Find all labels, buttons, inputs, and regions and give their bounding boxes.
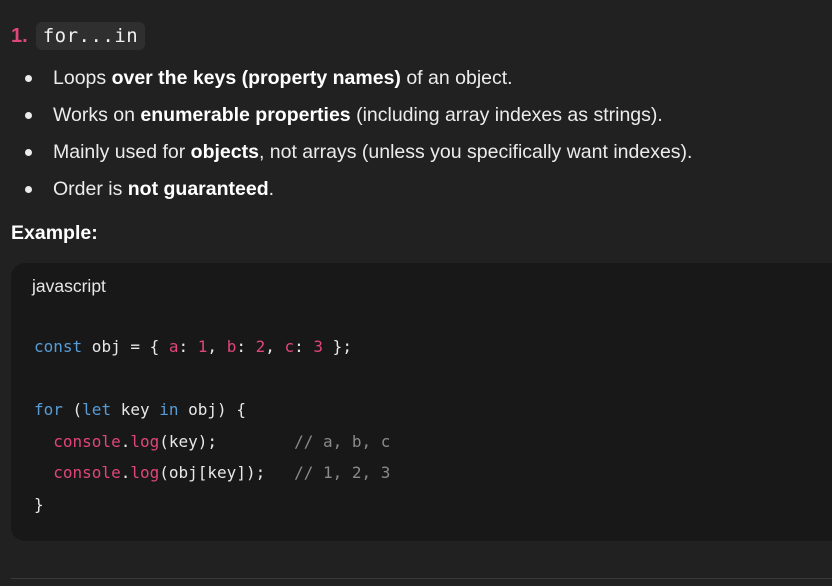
code-line: } bbox=[34, 494, 44, 514]
code-block[interactable]: javascript const obj = { a: 1, b: 2, c: … bbox=[11, 263, 832, 541]
bullet-text: . bbox=[268, 178, 275, 200]
chat-message: 1. for...in Loops over the keys (propert… bbox=[0, 0, 832, 586]
code-line: console.log(obj[key]); // 1, 2, 3 bbox=[53, 463, 391, 482]
bullet-text: (including array indexes as strings). bbox=[350, 104, 663, 126]
list-item: Mainly used for objects, not arrays (unl… bbox=[0, 134, 692, 171]
divider bbox=[11, 578, 832, 579]
code-line: const obj = { a: 1, b: 2, c: 3 }; bbox=[34, 337, 352, 356]
code-line: console.log(key); // a, b, c bbox=[53, 431, 391, 451]
bullet-dot bbox=[25, 149, 32, 156]
bullet-text: Mainly used for bbox=[53, 141, 191, 163]
bullet-dot bbox=[25, 75, 32, 82]
bullet-text: Works on bbox=[53, 104, 141, 126]
code-line: for (let key in obj) { bbox=[34, 400, 246, 419]
bullet-bold-text: enumerable properties bbox=[140, 104, 351, 126]
bullet-text: of an object. bbox=[400, 67, 513, 89]
bullet-text: , not arrays (unless you specifically wa… bbox=[258, 141, 693, 163]
section-number: 1. bbox=[11, 24, 28, 47]
section-heading: 1. for...in bbox=[11, 20, 146, 52]
list-item: Works on enumerable properties (includin… bbox=[0, 97, 692, 134]
bullet-bold-text: over the keys (property names) bbox=[111, 67, 401, 89]
bullet-dot bbox=[25, 186, 32, 193]
bullet-text: Order is bbox=[53, 178, 128, 200]
bullet-bold-text: objects bbox=[190, 141, 259, 163]
bullet-dot bbox=[25, 112, 32, 119]
list-item: Loops over the keys (property names) of … bbox=[0, 60, 692, 97]
section-title-code: for...in bbox=[35, 22, 146, 50]
bullet-bold-text: not guaranteed bbox=[127, 178, 269, 200]
code-content[interactable]: const obj = { a: 1, b: 2, c: 3 }; for (l… bbox=[34, 331, 390, 520]
bullet-list: Loops over the keys (property names) of … bbox=[0, 60, 692, 208]
example-label: Example: bbox=[11, 222, 98, 244]
code-language-label: javascript bbox=[32, 276, 106, 296]
bullet-text: Loops bbox=[53, 67, 112, 89]
list-item: Order is not guaranteed. bbox=[0, 171, 692, 208]
